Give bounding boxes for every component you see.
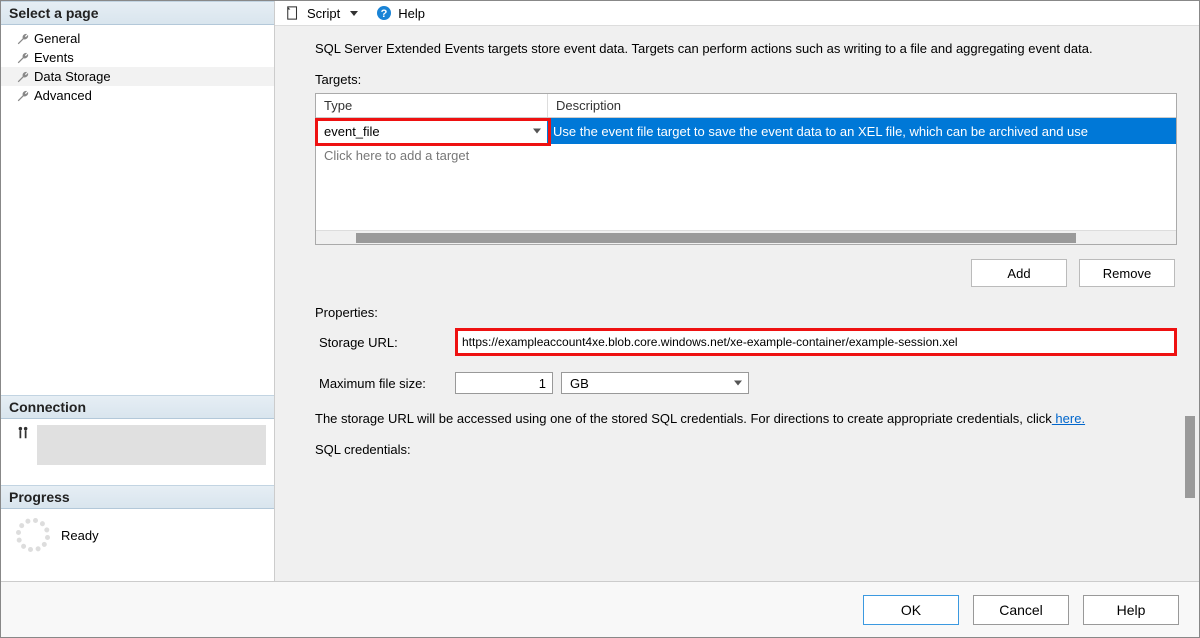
progress-status: Ready [61,528,99,543]
sidebar-item-label: Events [34,50,74,65]
help-icon: ? [376,5,392,21]
target-type-dropdown[interactable]: event_file [316,118,547,144]
help-button[interactable]: Help [1083,595,1179,625]
table-row[interactable]: event_file Use the event file target to … [316,118,1176,144]
sidebar-item-general[interactable]: General [1,29,274,48]
chevron-down-icon[interactable] [350,11,358,16]
remove-button[interactable]: Remove [1079,259,1175,287]
chevron-down-icon [533,129,541,134]
dialog-footer: OK Cancel Help [1,581,1199,637]
svg-text:?: ? [381,8,388,20]
connection-header: Connection [1,395,274,419]
file-size-unit-value: GB [570,376,589,391]
sidebar-item-label: Advanced [34,88,92,103]
sidebar-item-advanced[interactable]: Advanced [1,86,274,105]
col-header-description[interactable]: Description [547,94,1176,117]
target-description-cell[interactable]: Use the event file target to save the ev… [547,118,1176,144]
vertical-scrollbar[interactable] [1185,416,1195,498]
properties-label: Properties: [315,305,1177,320]
progress-spinner-icon [17,519,49,551]
progress-header: Progress [1,485,274,509]
cancel-button[interactable]: Cancel [973,595,1069,625]
wrench-icon [15,69,30,84]
script-button[interactable]: Script [307,6,340,21]
description-text: SQL Server Extended Events targets store… [315,40,1177,58]
sidebar-item-data-storage[interactable]: Data Storage [1,67,274,86]
here-link[interactable]: here. [1052,411,1085,426]
add-button[interactable]: Add [971,259,1067,287]
progress-body: Ready [1,509,274,581]
wrench-icon [15,88,30,103]
max-file-size-input[interactable] [455,372,553,394]
ok-button[interactable]: OK [863,595,959,625]
credentials-note: The storage URL will be accessed using o… [315,410,1177,428]
connection-info [37,425,266,465]
file-size-unit-dropdown[interactable]: GB [561,372,749,394]
sidebar-item-events[interactable]: Events [1,48,274,67]
sidebar-item-label: General [34,31,80,46]
add-target-placeholder[interactable]: Click here to add a target [316,144,1176,167]
select-page-header: Select a page [1,1,274,25]
main-panel: Script ? Help SQL Server Extended Events… [275,1,1199,581]
storage-url-label: Storage URL: [315,335,455,350]
wrench-icon [15,50,30,65]
col-header-type[interactable]: Type [316,94,547,117]
horizontal-scrollbar[interactable] [316,230,1176,244]
sidebar: Select a page General Events Data Storag… [1,1,275,581]
script-icon [285,5,301,21]
sidebar-item-label: Data Storage [34,69,111,84]
max-file-size-label: Maximum file size: [315,376,455,391]
wrench-icon [15,31,30,46]
sql-credentials-label: SQL credentials: [315,442,1177,457]
connection-body [1,419,274,485]
server-icon [15,425,31,441]
storage-url-input[interactable] [455,328,1177,356]
targets-label: Targets: [315,72,1177,87]
target-type-value: event_file [324,124,380,139]
chevron-down-icon [734,381,742,386]
targets-table: Type Description event_file Use the even… [315,93,1177,245]
page-list: General Events Data Storage Advanced [1,25,274,109]
toolbar: Script ? Help [275,1,1199,26]
help-button[interactable]: Help [398,6,425,21]
